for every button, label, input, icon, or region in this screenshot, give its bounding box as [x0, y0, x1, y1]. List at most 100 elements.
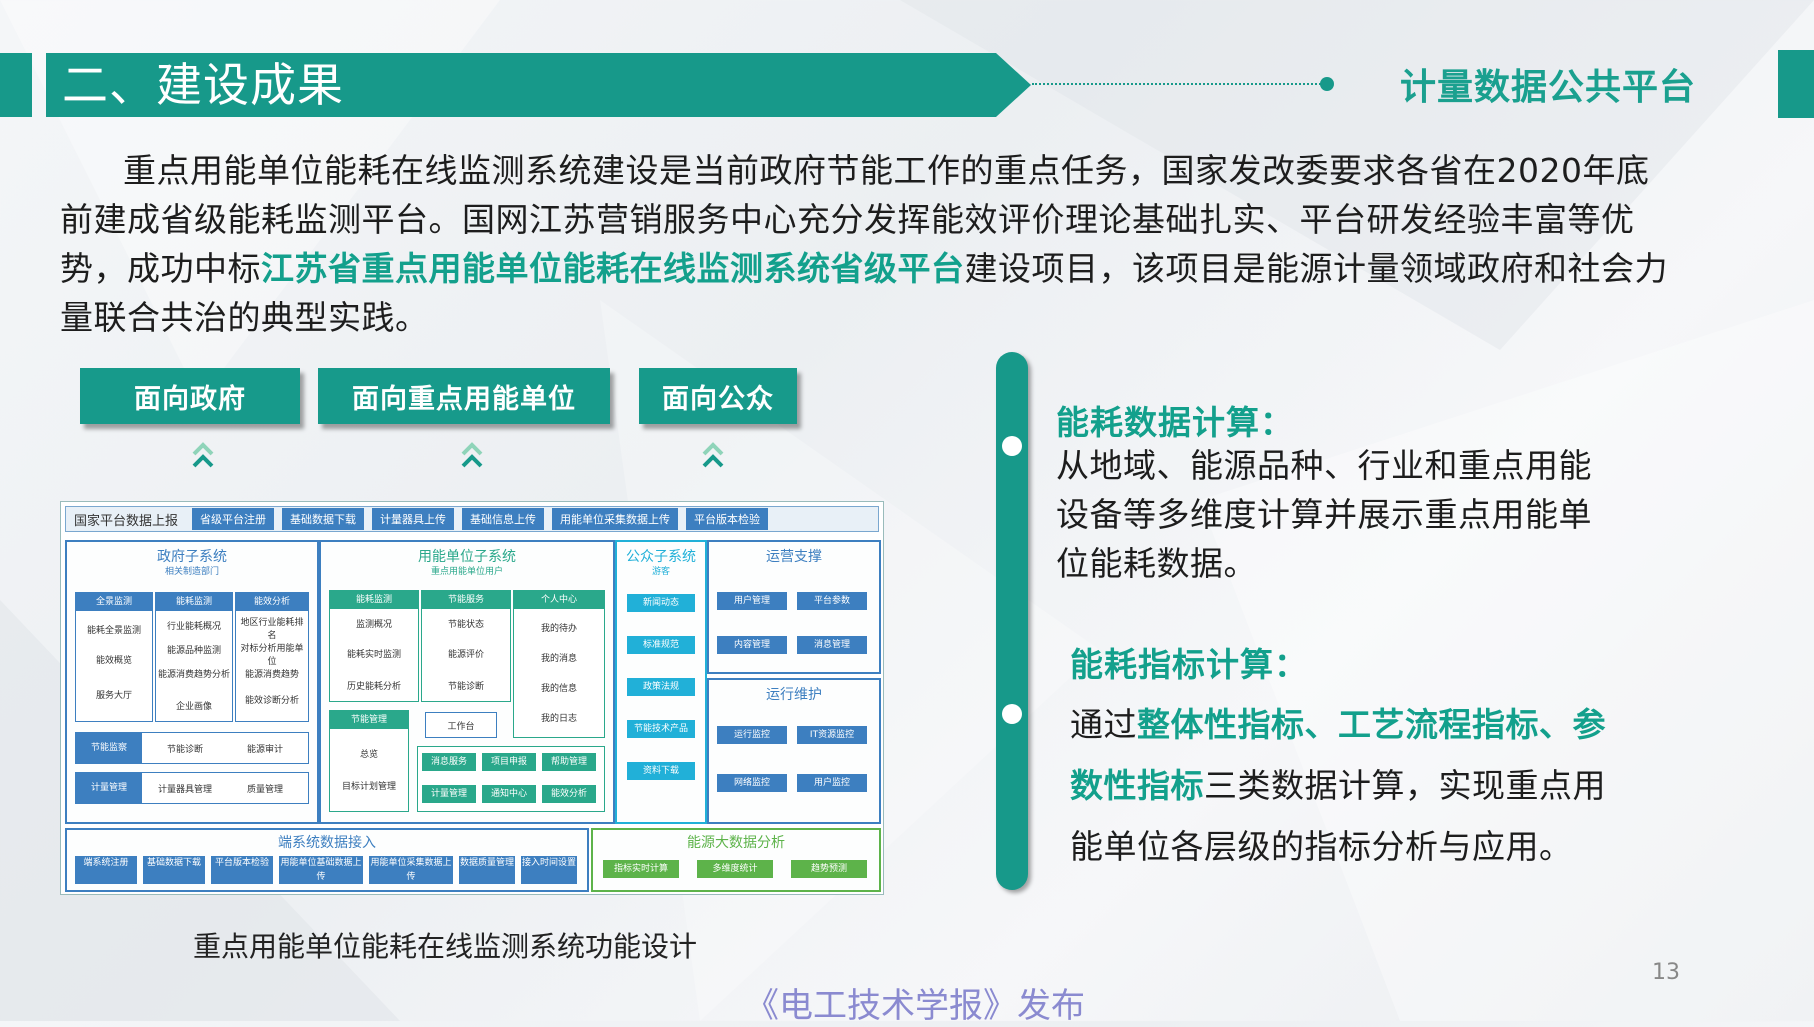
access-item: 平台版本检验: [211, 856, 273, 884]
maint-item: 用户监控: [797, 774, 867, 792]
unit-title: 用能单位子系统: [418, 549, 516, 565]
left-edge-accent: [0, 53, 32, 117]
unit-service: 项目申报: [482, 753, 536, 771]
gov-item: 对标分析用能单位: [240, 644, 304, 667]
gov-item: 能源消费趋势: [244, 670, 299, 680]
unit-service: 通知中心: [482, 785, 536, 803]
timeline-node: [1002, 436, 1022, 456]
gov-title: 政府子系统: [157, 549, 227, 565]
brand-title: 计量数据公共平台: [1400, 67, 1697, 108]
gov-col: 能耗监测 行业能耗概况 能源品种监测 能源消费趋势分析 企业画像: [155, 592, 233, 722]
terminal-data-access: 端系统数据接入 端系统注册 基础数据下载 平台版本检验 用能单位基础数据上传 用…: [65, 828, 589, 892]
maint-item: 网络监控: [717, 774, 787, 792]
bigdata-item: 指标实时计算: [603, 860, 679, 878]
upload-tab: 计量器具上传: [372, 508, 454, 530]
public-item: 资料下载: [627, 762, 695, 780]
unit-item: 监测概况: [355, 620, 392, 630]
access-item: 数据质量管理: [459, 856, 515, 884]
gov-col: 全景监测 能耗全景监测 能效概览 服务大厅: [75, 592, 153, 722]
public-item: 节能技术产品: [627, 720, 695, 738]
unit-col-head: 能耗监测: [330, 591, 418, 609]
bigdata-item: 多维度统计: [697, 860, 773, 878]
ops-item: 平台参数: [797, 592, 867, 610]
public-subsystem: 公众子系统 游客 新闻动态 标准规范 政策法规 节能技术产品 资料下载: [615, 540, 707, 824]
unit-col: 个人中心 我的待办 我的消息 我的信息 我的日志: [513, 590, 605, 738]
ops-maintenance: 运行维护 运行监控 IT资源监控 网络监控 用户监控: [707, 678, 881, 824]
section-heading-energy-data: 能耗数据计算：: [1056, 403, 1294, 442]
unit-service: 能效分析: [542, 785, 596, 803]
gov-row-head: 计量管理: [76, 773, 142, 803]
diagram-caption: 重点用能单位能耗在线监测系统功能设计: [193, 930, 698, 963]
gov-item: 企业画像: [175, 702, 212, 712]
gov-subsystem: 政府子系统 相关制造部门 全景监测 能耗全景监测 能效概览 服务大厅 能耗监测 …: [65, 540, 319, 824]
public-item: 标准规范: [627, 636, 695, 654]
section-title-banner: 二、建设成果: [46, 53, 1031, 117]
gov-row: 节能监察 节能诊断 能源审计: [75, 732, 309, 764]
maint-title: 运行维护: [766, 687, 822, 703]
access-item: 用能单位基础数据上传: [279, 856, 363, 884]
ops-title: 运营支撑: [766, 549, 822, 565]
ops-item: 消息管理: [797, 636, 867, 654]
unit-item: 能源评价: [447, 650, 484, 660]
public-title: 公众子系统: [626, 549, 696, 565]
gov-row-item: 质量管理: [246, 785, 283, 795]
national-upload-bar: 国家平台数据上报 省级平台注册 基础数据下载 计量器具上传 基础信息上传 用能单…: [65, 506, 879, 532]
unit-item: 能耗实时监测: [346, 650, 401, 660]
unit-col-head: 节能服务: [422, 591, 510, 609]
timeline-node: [1002, 704, 1022, 724]
upload-tab: 平台版本检验: [686, 508, 768, 530]
gov-sub: 相关制造部门: [164, 567, 219, 577]
gov-item: 能源消费趋势分析: [158, 670, 231, 680]
unit-col-head: 个人中心: [514, 591, 604, 609]
unit-plan-item: 总览: [359, 750, 378, 760]
unit-item: 我的日志: [540, 714, 577, 724]
page-number: 13: [1652, 960, 1680, 985]
unit-item: 节能状态: [447, 620, 484, 630]
dotted-divider: [1032, 83, 1332, 85]
unit-item: 我的消息: [540, 654, 577, 664]
vertical-timeline-bar: [996, 352, 1028, 890]
energy-bigdata: 能源大数据分析 指标实时计算 多维度统计 趋势预测: [591, 828, 881, 892]
unit-item: 我的待办: [540, 624, 577, 634]
unit-col: 节能服务 节能状态 能源评价 节能诊断: [421, 590, 511, 702]
gov-row-item: 能源审计: [246, 745, 283, 755]
system-function-diagram: 国家平台数据上报 省级平台注册 基础数据下载 计量器具上传 基础信息上传 用能单…: [60, 501, 884, 895]
maint-item: 运行监控: [717, 726, 787, 744]
gov-item: 能效诊断分析: [244, 696, 299, 706]
s2-pre: 通过: [1070, 705, 1137, 744]
section-heading-energy-index: 能耗指标计算：: [1070, 645, 1308, 684]
unit-plan-item: 目标计划管理: [341, 782, 396, 792]
gov-item: 能耗全景监测: [86, 626, 141, 636]
access-item: 基础数据下载: [143, 856, 205, 884]
upload-tab: 用能单位采集数据上传: [552, 508, 678, 530]
gov-item: 能效概览: [95, 656, 132, 666]
unit-sub: 重点用能单位用户: [430, 567, 503, 577]
intro-highlight: 江苏省重点用能单位能耗在线监测系统省级平台: [261, 249, 965, 288]
upload-tab: 省级平台注册: [192, 508, 274, 530]
gov-col-head: 能耗监测: [156, 593, 232, 611]
chevron-up-icon: [192, 442, 214, 468]
facet-government: 面向政府: [80, 368, 300, 424]
access-item: 用能单位采集数据上传: [369, 856, 453, 884]
bigdata-title: 能源大数据分析: [687, 835, 785, 851]
unit-plan: 节能管理 总览 目标计划管理: [329, 710, 409, 812]
upload-tab: 基础信息上传: [462, 508, 544, 530]
section-body-energy-data: 从地域、能源品种、行业和重点用能设备等多维度计算并展示重点用能单位能耗数据。: [1056, 446, 1592, 583]
unit-service: 帮助管理: [542, 753, 596, 771]
gov-item: 能源品种监测: [166, 646, 221, 656]
intro-paragraph: 重点用能单位能耗在线监测系统建设是当前政府节能工作的重点任务，国家发改委要求各省…: [60, 146, 1670, 342]
national-upload-label: 国家平台数据上报: [74, 513, 179, 529]
unit-subsystem: 用能单位子系统 重点用能单位用户 能耗监测 监测概况 能耗实时监测 历史能耗分析…: [319, 540, 615, 824]
divider-dot: [1320, 77, 1334, 91]
access-item: 端系统注册: [75, 856, 137, 884]
gov-col-head: 全景监测: [76, 593, 152, 611]
facet-key-units: 面向重点用能单位: [318, 368, 610, 424]
maint-item: IT资源监控: [797, 726, 867, 744]
right-edge-accent: [1778, 50, 1814, 118]
public-item: 新闻动态: [627, 594, 695, 612]
unit-item: 节能诊断: [447, 682, 484, 692]
chevron-up-icon: [461, 442, 483, 468]
ops-item: 用户管理: [717, 592, 787, 610]
gov-row-item: 计量器具管理: [157, 785, 212, 795]
gov-col: 能效分析 地区行业能耗排名 对标分析用能单位 能源消费趋势 能效诊断分析: [235, 592, 309, 722]
